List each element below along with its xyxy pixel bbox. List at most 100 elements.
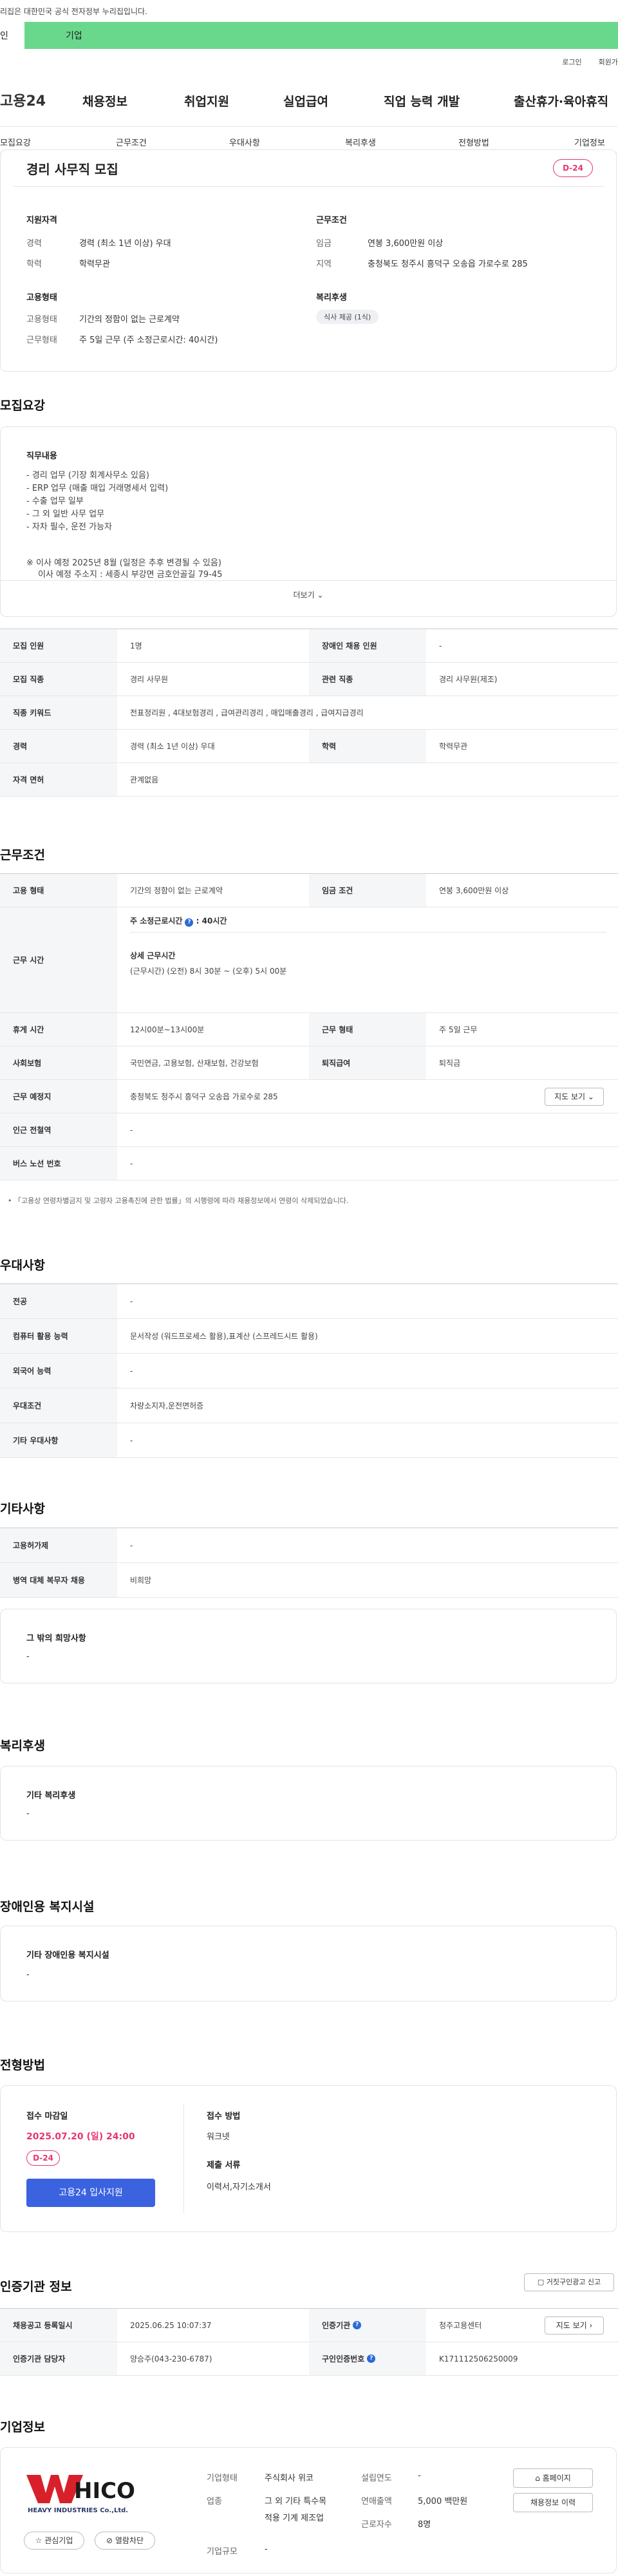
row-header: 장애인 채용 인원 xyxy=(309,629,426,662)
subnav-work[interactable]: 근무조건 xyxy=(116,136,147,148)
logo-subtext: HEAVY INDUSTRIES Co.,Ltd. xyxy=(28,2507,128,2514)
map-button[interactable]: 지도 보기 › xyxy=(545,2316,604,2334)
company-logo: HICO HEAVY INDUSTRIES Co.,Ltd. xyxy=(24,2471,159,2516)
tab-personal[interactable]: 인 xyxy=(0,22,24,49)
nav-vocational-training[interactable]: 직업 능력 개발 xyxy=(384,92,460,109)
nav-jobs[interactable]: 채용정보 xyxy=(82,92,127,109)
main-nav: 고용24 채용정보 취업지원 실업급여 직업 능력 개발 출산휴가·육아휴직 xyxy=(0,87,618,113)
apply-button[interactable]: 고용24 입사지원 xyxy=(26,2179,155,2207)
duty-item: - 그 외 일반 사무 업무 xyxy=(26,509,105,519)
move-notice: ※ 이사 예정 2025년 8월 (일정은 추후 변경될 수 있음) xyxy=(26,558,221,568)
row-value: 비희망 xyxy=(130,1576,152,1585)
job-history-button[interactable]: 채용정보 이력 xyxy=(513,2493,593,2512)
year-label: 설립연도 xyxy=(361,2474,392,2483)
login-link[interactable]: 로그인 xyxy=(562,57,581,67)
table-row: 모집 직종 경리 사무원 관련 직종 경리 사무원(제조) xyxy=(0,663,618,696)
emptype-value: 기간의 정함이 없는 근로계약 xyxy=(79,315,180,325)
row-value: 양승주(043-230-6787) xyxy=(130,2354,212,2363)
duty-title: 직무내용 xyxy=(26,451,57,461)
chevron-right-icon: › xyxy=(589,2321,593,2330)
company-card: HICO HEAVY INDUSTRIES Co.,Ltd. ☆ 관심기업 ⊘ … xyxy=(0,2447,617,2573)
duty-item: - 경리 업무 (기장 회계사무소 있음) xyxy=(26,471,149,480)
wage-label: 임금 xyxy=(316,239,332,249)
row-value: 청주고용센터 xyxy=(439,2321,482,2330)
row-header: 인증기관 담당자 xyxy=(0,2342,117,2375)
work-table: 고용 형태 기간의 정함이 없는 근로계약 임금 조건 연봉 3,600만원 이… xyxy=(0,873,618,1180)
docs-title: 제출 서류 xyxy=(207,2161,241,2170)
table-row: 인증기관 담당자 양승주(043-230-6787) 구인인증번호? K1711… xyxy=(0,2342,618,2376)
chevron-down-icon: ⌄ xyxy=(317,591,324,600)
selection-heading: 전형방법 xyxy=(0,2058,45,2072)
welfare-box-value: - xyxy=(26,1809,30,1819)
info-icon[interactable]: ? xyxy=(353,2321,362,2329)
utility-links: 로그인 회원가 xyxy=(562,57,618,67)
site-logo[interactable]: 고용24 xyxy=(0,90,84,110)
row-header: 고용 형태 xyxy=(0,874,117,907)
subnav-company[interactable]: 기업정보 xyxy=(574,136,605,148)
row-value: 국민연금, 고용보험, 산재보험, 건강보험 xyxy=(130,1059,259,1068)
row-header: 임금 조건 xyxy=(309,874,426,907)
recruit-heading: 모집요강 xyxy=(0,399,45,413)
nav-parental-leave[interactable]: 출산휴가·육아휴직 xyxy=(514,92,608,109)
row-value: 전표정리원 , 4대보험경리 , 급여관리경리 , 매입매출경리 , 급여지급경… xyxy=(130,708,364,717)
table-row: 자격 면허 관계없음 xyxy=(0,763,618,797)
subnav-welfare[interactable]: 복리후생 xyxy=(345,136,376,148)
job-title: 경리 사무직 모집 xyxy=(26,162,118,177)
report-button[interactable]: ▢ 거짓구인광고 신고 xyxy=(524,2273,614,2291)
block-icon: ⊘ xyxy=(106,2536,113,2545)
emp-value: 8명 xyxy=(418,2520,431,2530)
disabled-heading: 장애인용 복지시설 xyxy=(0,1900,95,1914)
row-value: 1명 xyxy=(130,641,142,650)
worktype-value: 주 5일 근무 (주 소정근로시간: 40시간) xyxy=(79,336,218,345)
logo-text: HICO xyxy=(74,2478,135,2504)
row-value: 2025.06.25 10:07:37 xyxy=(130,2320,212,2330)
row-value: 관계없음 xyxy=(130,775,159,784)
move-address: 이사 예정 주소지 : 세종시 부강면 금호안골길 79-45 xyxy=(38,570,223,580)
pref-heading: 우대사항 xyxy=(0,1258,45,1273)
region-value: 충청북도 청주시 흥덕구 오송읍 가로수로 285 xyxy=(368,260,528,269)
work-heading: 근무조건 xyxy=(0,848,45,862)
row-header: 근무 시간 xyxy=(0,907,117,1012)
biz-value-1: 그 외 기타 특수목 xyxy=(265,2497,327,2506)
row-value: - xyxy=(130,1125,133,1135)
row-value: 경리 사무원(제조) xyxy=(439,675,498,684)
hours-detail-title: 상세 근무시간 xyxy=(130,951,176,960)
row-header: 모집 인원 xyxy=(0,629,117,662)
map-button[interactable]: 지도 보기 ⌄ xyxy=(545,1088,604,1106)
cert-table: 채용공고 등록일시 2025.06.25 10:07:37 인증기관? 청주고용… xyxy=(0,2308,618,2376)
welfare-tag: 식사 제공 (1식) xyxy=(316,310,379,324)
table-row: 근무 시간 주 소정근로시간? : 40시간 상세 근무시간 (근무시간) (오… xyxy=(0,907,618,1013)
row-header: 근무 예정지 xyxy=(0,1080,117,1113)
row-header: 기타 우대사항 xyxy=(0,1423,117,1457)
age-notice: • 「고용상 연령차별금지 및 고령자 고용촉진에 관한 법률」의 시행령에 따… xyxy=(8,1197,349,1205)
edu-label: 학력 xyxy=(26,260,42,269)
method-value: 워크넷 xyxy=(207,2132,230,2142)
nav-employment-support[interactable]: 취업지원 xyxy=(184,92,229,109)
row-value: 경리 사무원 xyxy=(130,675,169,684)
table-row: 사회보험 국민연금, 고용보험, 산재보험, 건강보험 퇴직급여 퇴직금 xyxy=(0,1046,618,1080)
gov-banner: 리집은 대한민국 공식 전자정부 누리집입니다. xyxy=(0,7,147,16)
row-header: 학력 xyxy=(309,730,426,762)
more-button[interactable]: 더보기 ⌄ xyxy=(1,589,616,600)
info-icon[interactable]: ? xyxy=(367,2354,376,2363)
dday-badge: D-24 xyxy=(26,2150,60,2166)
block-button[interactable]: ⊘ 열람차단 xyxy=(95,2532,155,2550)
info-icon[interactable]: ? xyxy=(185,918,194,927)
table-row: 전공 - xyxy=(0,1284,618,1319)
row-value: 충청북도 청주시 흥덕구 오송읍 가로수로 285 xyxy=(130,1092,278,1101)
join-link[interactable]: 회원가 xyxy=(599,57,618,67)
table-row: 경력 경력 (최소 1년 이상) 우대 학력 학력무관 xyxy=(0,730,618,763)
table-row: 채용공고 등록일시 2025.06.25 10:07:37 인증기관? 청주고용… xyxy=(0,2309,618,2342)
deadline-title: 접수 마감일 xyxy=(26,2112,68,2121)
favorite-button[interactable]: ☆ 관심기업 xyxy=(24,2532,84,2550)
homepage-button[interactable]: ⌂ 홈페이지 xyxy=(513,2468,593,2488)
subnav-pref[interactable]: 우대사항 xyxy=(229,136,260,148)
tab-company[interactable]: 기업 xyxy=(24,22,618,49)
subnav-recruit[interactable]: 모집요강 xyxy=(0,136,31,148)
row-header: 버스 노선 번호 xyxy=(0,1147,117,1180)
row-header: 근무 형태 xyxy=(309,1013,426,1046)
subnav-selection[interactable]: 전형방법 xyxy=(458,136,489,148)
nav-unemployment-benefit[interactable]: 실업급여 xyxy=(283,92,328,109)
size-value: - xyxy=(265,2544,268,2554)
career-label: 경력 xyxy=(26,239,42,249)
